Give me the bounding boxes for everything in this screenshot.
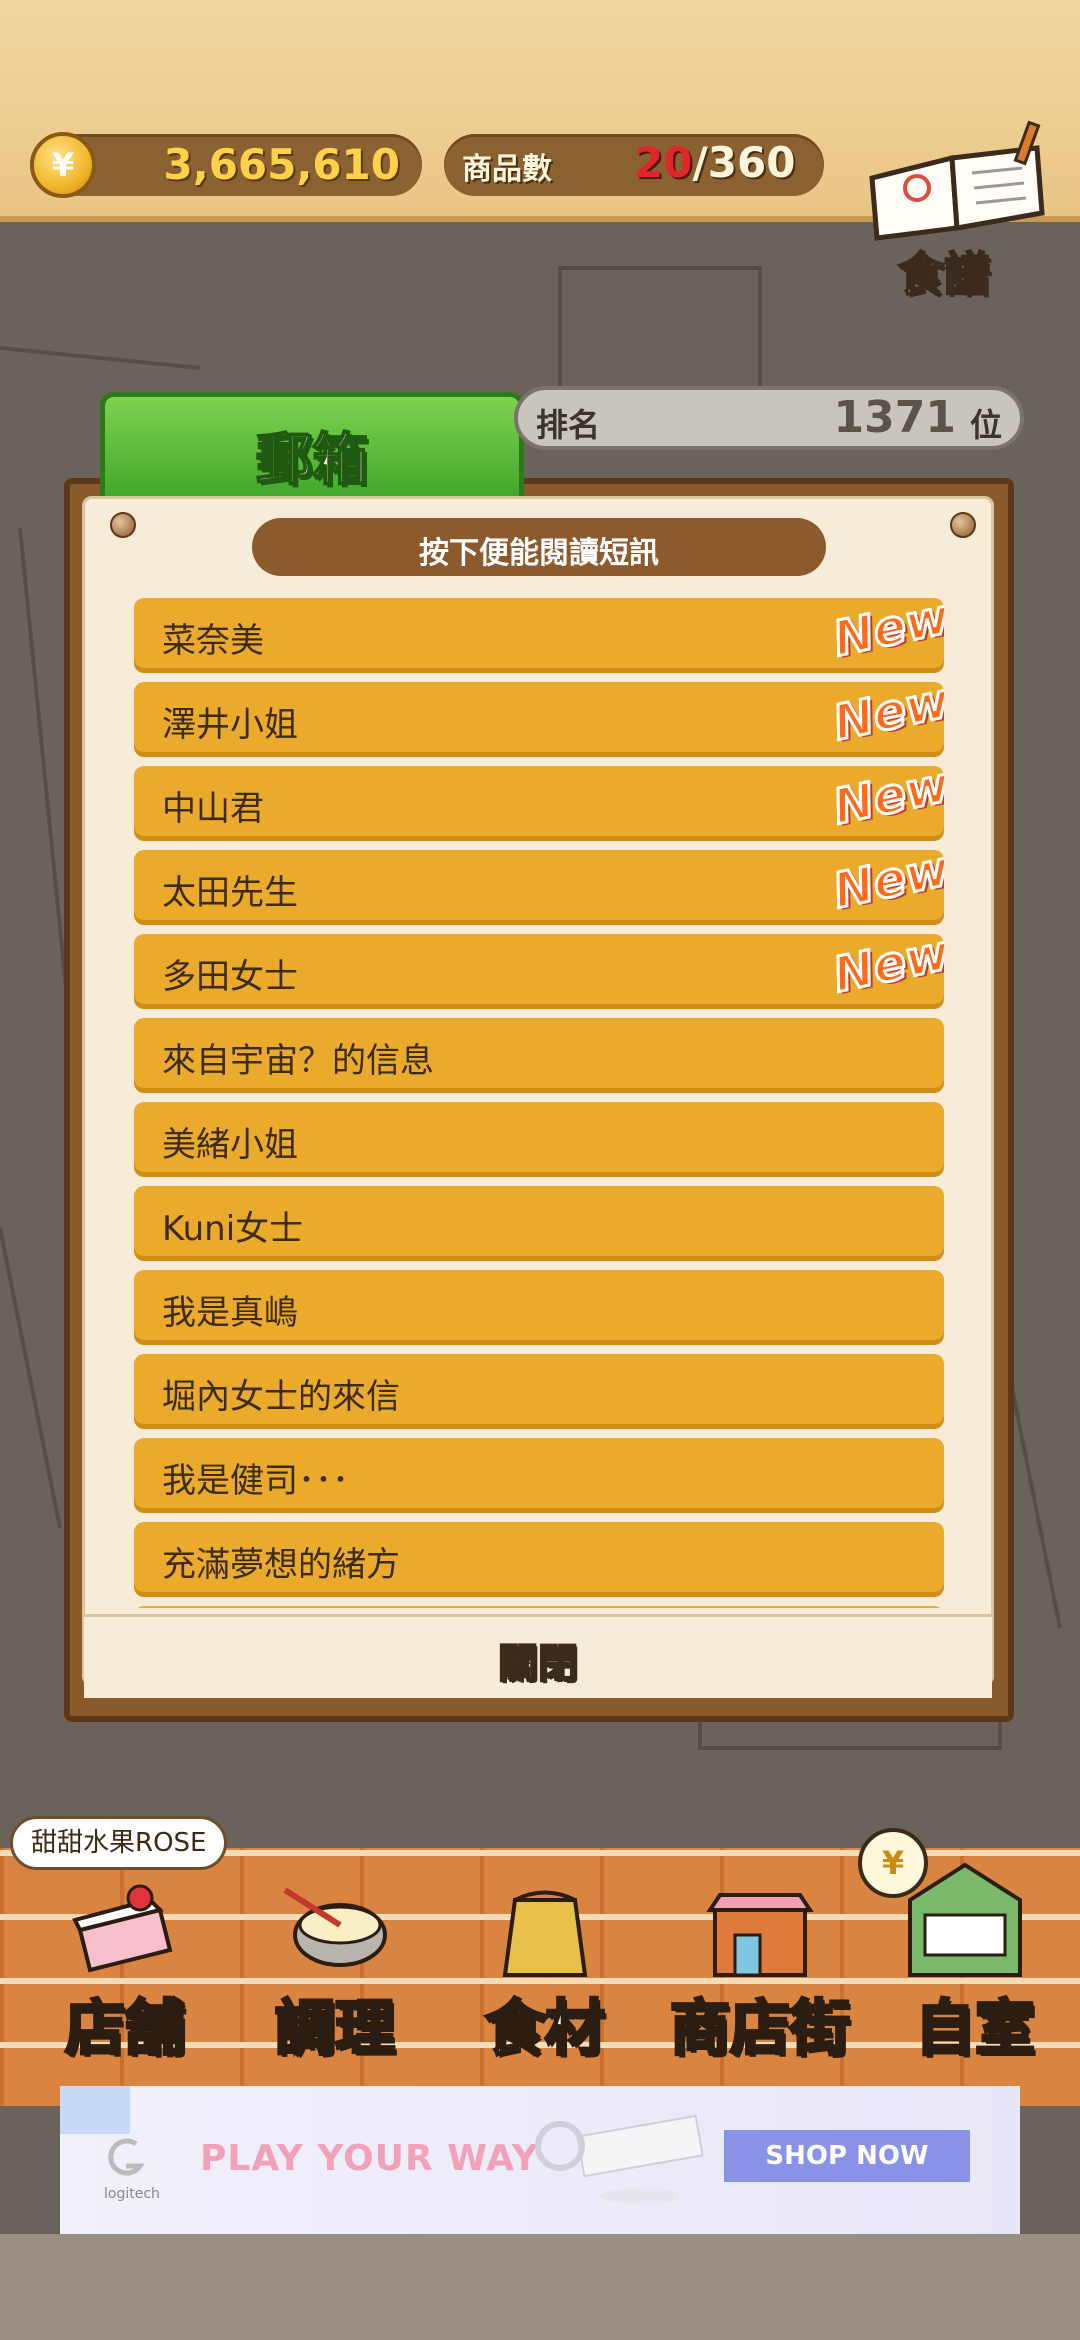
- shop-icon: [706, 1893, 814, 1977]
- mail-sender: 我是真嶋: [162, 1293, 298, 1333]
- mail-sender: 多田女士: [162, 957, 298, 997]
- mailbox-title: 郵箱: [255, 427, 369, 494]
- mail-item[interactable]: 我是健司･･･: [134, 1438, 944, 1508]
- nav-cook-button[interactable]: 調理: [240, 1880, 430, 2080]
- mail-sender: 澤井小姐: [162, 705, 298, 745]
- mail-item[interactable]: 多田女士 New: [134, 923, 944, 1005]
- rank-label: 排名: [536, 406, 601, 444]
- mail-item[interactable]: Kuni女士: [134, 1186, 944, 1256]
- ad-banner[interactable]: logitech PLAY YOUR WAY SHOP NOW: [60, 2086, 1020, 2234]
- nav-cook-label: 調理: [274, 1993, 397, 2066]
- mixing-bowl-icon: [283, 1887, 387, 1967]
- items-separator: /: [692, 138, 708, 187]
- floor: [0, 2234, 1080, 2340]
- new-badge: New: [827, 671, 944, 753]
- close-label: 關閉: [497, 1640, 579, 1688]
- items-count: 20/360: [634, 138, 795, 187]
- shop-name-badge: 甜甜水果ROSE: [10, 1816, 228, 1870]
- mail-item[interactable]: 我是真嶋: [134, 1270, 944, 1340]
- tab-mailbox[interactable]: 郵箱: [100, 392, 524, 502]
- nav-shop-label: 店舖: [64, 1993, 187, 2066]
- mail-sender: 堀內女士的來信: [162, 1377, 400, 1417]
- rank-unit: 位: [969, 406, 1002, 444]
- mail-sender: 菜奈美: [162, 621, 264, 661]
- ad-choices-icon[interactable]: [60, 2086, 130, 2134]
- keyboard-image-icon: [535, 2114, 704, 2204]
- mail-sender: 太田先生: [162, 873, 298, 913]
- nav-street-label: 商店街: [669, 1993, 852, 2066]
- instruction-bar: 按下便能閱讀短訊: [252, 518, 826, 576]
- nav-home-label: 自室: [914, 1993, 1037, 2066]
- mail-item[interactable]: 美緒小姐: [134, 1102, 944, 1172]
- items-current: 20: [634, 138, 693, 187]
- mail-item[interactable]: 來自宇宙？的信息: [134, 1018, 944, 1088]
- nav-ingredients-button[interactable]: 食材: [450, 1880, 640, 2080]
- rank-value: 1371: [833, 392, 956, 443]
- new-badge: New: [827, 755, 944, 837]
- mail-item[interactable]: 充滿夢想的緒方: [134, 1522, 944, 1592]
- mail-sender: Kuni女士: [162, 1209, 304, 1249]
- nav-street-button[interactable]: 商店街: [650, 1880, 870, 2080]
- staff-only-door-icon: [908, 1862, 1022, 1977]
- items-label: 商品數: [462, 152, 552, 187]
- mail-list[interactable]: 菜奈美 New 澤井小姐 New 中山君 New 太田先生 New 多田女士 New 來自宇宙？的信…: [134, 598, 944, 1608]
- yen-coin-icon: ¥: [30, 132, 96, 198]
- ad-slogan: PLAY YOUR WAY: [200, 2138, 539, 2179]
- new-badge: New: [827, 839, 944, 921]
- flour-sack-icon: [502, 1890, 588, 1977]
- ad-brand: logitech: [104, 2186, 160, 2202]
- cake-icon: [72, 1884, 173, 1973]
- nav-shop-button[interactable]: 店舖: [30, 1880, 220, 2080]
- mail-item-partial[interactable]: [134, 1606, 944, 1608]
- pin-icon: [950, 512, 976, 538]
- mail-sender: 中山君: [162, 789, 264, 829]
- mail-item[interactable]: 中山君 New: [134, 755, 944, 837]
- money-display: ¥ 3,665,610: [30, 132, 422, 198]
- rank-display: 排名 1371 位: [514, 386, 1024, 450]
- new-badge: New: [827, 598, 944, 669]
- mail-item[interactable]: 堀內女士的來信: [134, 1354, 944, 1424]
- mail-sender: 我是健司･･･: [162, 1461, 349, 1501]
- logitech-logo-icon: [108, 2138, 145, 2176]
- nav-ingredients-label: 食材: [484, 1993, 607, 2066]
- mail-item[interactable]: 澤井小姐 New: [134, 671, 944, 753]
- items-total: 360: [707, 138, 796, 187]
- mail-sender: 來自宇宙？的信息: [162, 1041, 434, 1081]
- mail-item[interactable]: 菜奈美 New: [134, 598, 944, 669]
- mail-sender: 充滿夢想的緒方: [162, 1545, 400, 1585]
- nav-home-button[interactable]: 自室: [880, 1862, 1070, 2080]
- mail-sender: 美緒小姐: [162, 1125, 298, 1165]
- new-badge: New: [827, 923, 944, 1005]
- pin-icon: [110, 512, 136, 538]
- money-value: 3,665,610: [163, 140, 400, 189]
- close-button[interactable]: 關閉: [84, 1614, 992, 1698]
- instruction-text: 按下便能閱讀短訊: [419, 536, 659, 571]
- ad-shop-now-button[interactable]: SHOP NOW: [724, 2130, 970, 2182]
- mail-item[interactable]: 太田先生 New: [134, 839, 944, 921]
- items-count-display: 商品數 20/360: [444, 134, 824, 196]
